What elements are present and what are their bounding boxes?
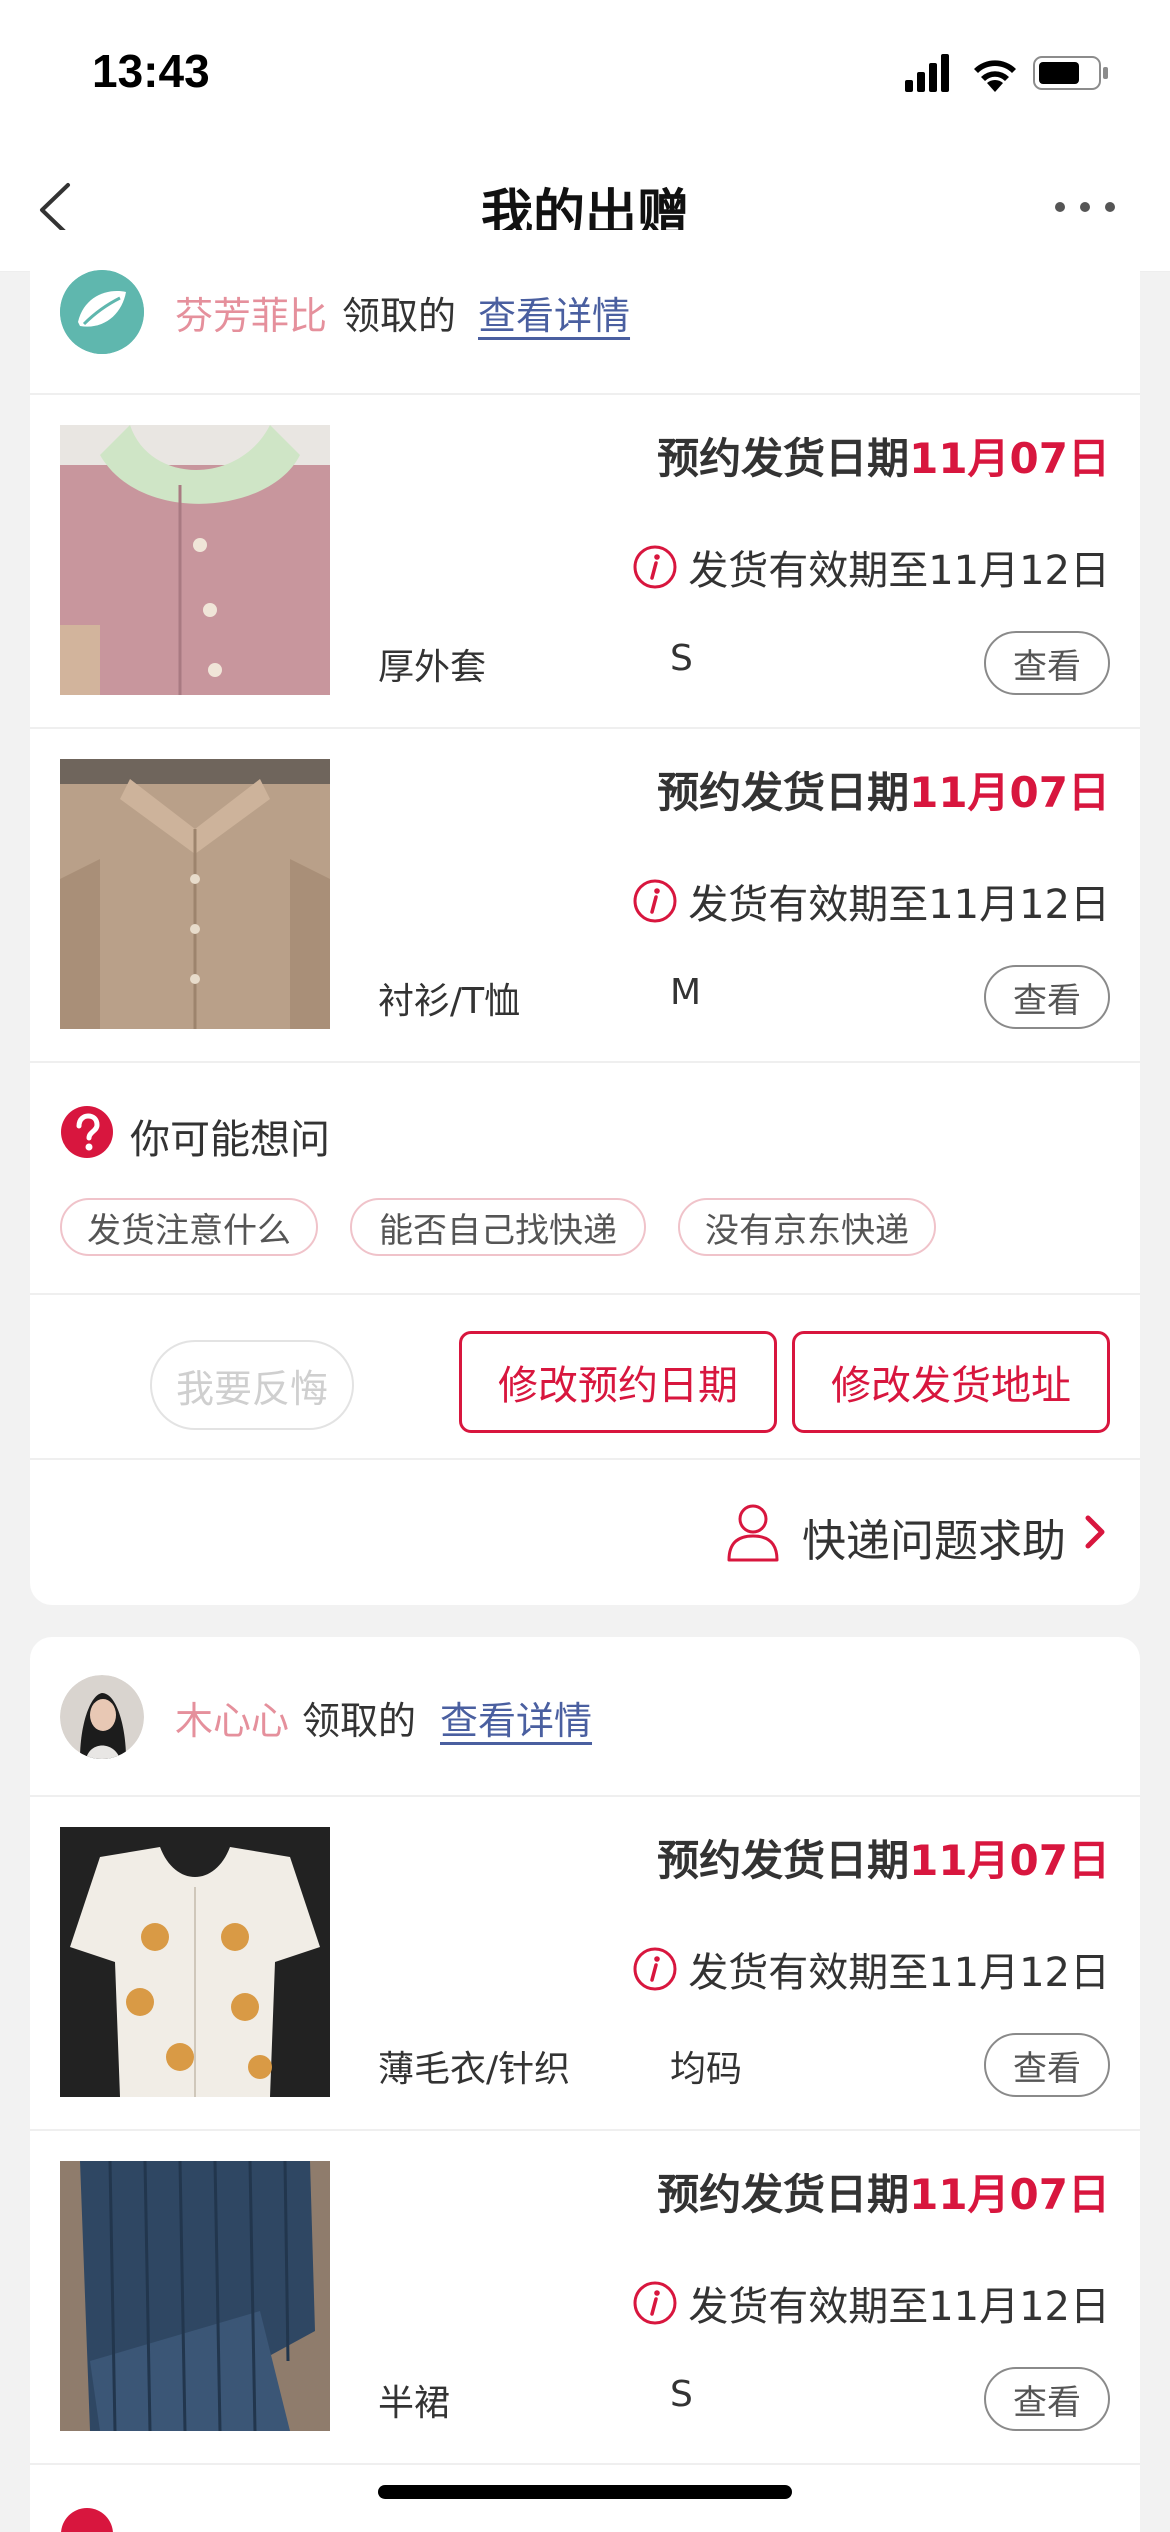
item-size: S xyxy=(670,2374,693,2415)
status-icons xyxy=(905,54,1108,92)
item-row[interactable]: 预约发货日期11月07日 发货有效期至11月12日 半裙 S 查看 xyxy=(30,2131,1140,2465)
validity-text: 发货有效期至11月12日 xyxy=(632,872,1110,930)
receiver-row: 木心心 领取的 查看详情 xyxy=(30,1637,1140,1797)
status-time: 13:43 xyxy=(92,45,210,97)
view-details-link[interactable]: 查看详情 xyxy=(440,1690,592,1745)
faq-chip[interactable]: 没有京东快递 xyxy=(678,1198,936,1256)
validity-text: 发货有效期至11月12日 xyxy=(632,2274,1110,2332)
wifi-icon xyxy=(974,60,1016,92)
item-category: 衬衫/T恤 xyxy=(378,981,521,1022)
view-details-link[interactable]: 查看详情 xyxy=(478,285,630,340)
chevron-right-icon xyxy=(1085,1515,1105,1549)
signal-icon xyxy=(905,54,949,92)
faq-chip[interactable]: 能否自己找快递 xyxy=(350,1198,646,1256)
receiver-suffix: 领取的 xyxy=(342,294,457,338)
item-photo-jacket xyxy=(60,425,330,695)
view-button[interactable]: 查看 xyxy=(984,2367,1110,2431)
scheduled-date: 预约发货日期11月07日 xyxy=(657,1836,1110,1885)
item-photo-knit-top xyxy=(60,1827,330,2097)
scheduled-date: 预约发货日期11月07日 xyxy=(657,768,1110,817)
more-dots-icon[interactable] xyxy=(1050,192,1120,222)
question-icon xyxy=(61,2508,113,2532)
item-size: S xyxy=(670,638,693,679)
item-category: 厚外套 xyxy=(378,647,487,688)
change-date-button[interactable]: 修改预约日期 xyxy=(459,1331,777,1433)
order-card: 芬芳菲比 领取的 查看详情 预约发货日期11月07日 发货有效期至11月12日 … xyxy=(30,230,1140,1605)
question-icon xyxy=(61,1106,113,1158)
validity-text: 发货有效期至11月12日 xyxy=(632,1940,1110,1998)
battery-icon xyxy=(1033,56,1108,90)
info-icon xyxy=(633,2281,677,2325)
courier-help-label: 快递问题求助 xyxy=(802,1516,1066,1567)
change-address-button[interactable]: 修改发货地址 xyxy=(792,1331,1110,1433)
faq-section: 你可能想问 发货注意什么 能否自己找快递 没有京东快递 xyxy=(30,1065,1140,1295)
item-row[interactable]: 预约发货日期11月07日 发货有效期至11月12日 薄毛衣/针织 均码 查看 xyxy=(30,1797,1140,2131)
avatar xyxy=(60,270,144,354)
view-button[interactable]: 查看 xyxy=(984,2033,1110,2097)
item-row[interactable]: 预约发货日期11月07日 发货有效期至11月12日 厚外套 S 查看 xyxy=(30,395,1140,729)
view-button[interactable]: 查看 xyxy=(984,965,1110,1029)
receiver-name: 木心心 xyxy=(175,1699,290,1743)
info-icon xyxy=(633,1947,677,1991)
validity-text: 发货有效期至11月12日 xyxy=(632,538,1110,596)
receiver-suffix: 领取的 xyxy=(302,1699,417,1743)
item-photo-skirt xyxy=(60,2161,330,2431)
scheduled-date: 预约发货日期11月07日 xyxy=(657,2170,1110,2219)
item-size: M xyxy=(670,972,702,1013)
item-category: 薄毛衣/针织 xyxy=(378,2049,571,2090)
info-icon xyxy=(633,879,677,923)
status-bar: 13:43 xyxy=(0,0,1170,150)
scheduled-date: 预约发货日期11月07日 xyxy=(657,434,1110,483)
receiver-row: 芬芳菲比 领取的 查看详情 xyxy=(30,230,1140,395)
person-icon xyxy=(727,1504,779,1562)
action-bar: 我要反悔 修改预约日期 修改发货地址 xyxy=(30,1295,1140,1460)
home-indicator[interactable] xyxy=(378,2485,792,2499)
order-card: 木心心 领取的 查看详情 预约发货日期11月07日 发货有效期至11月12日 薄… xyxy=(30,1637,1140,2532)
receiver-name: 芬芳菲比 xyxy=(175,294,328,338)
avatar xyxy=(60,1675,144,1759)
regret-button[interactable]: 我要反悔 xyxy=(150,1340,354,1430)
faq-chip[interactable]: 发货注意什么 xyxy=(60,1198,318,1256)
faq-title: 你可能想问 xyxy=(130,1117,330,1163)
view-button[interactable]: 查看 xyxy=(984,631,1110,695)
item-row[interactable]: 预约发货日期11月07日 发货有效期至11月12日 衬衫/T恤 M 查看 xyxy=(30,729,1140,1063)
info-icon xyxy=(633,545,677,589)
item-photo-shirt xyxy=(60,759,330,1029)
item-size: 均码 xyxy=(670,2049,743,2090)
courier-help-row[interactable]: 快递问题求助 xyxy=(30,1460,1140,1605)
item-category: 半裙 xyxy=(378,2383,451,2424)
